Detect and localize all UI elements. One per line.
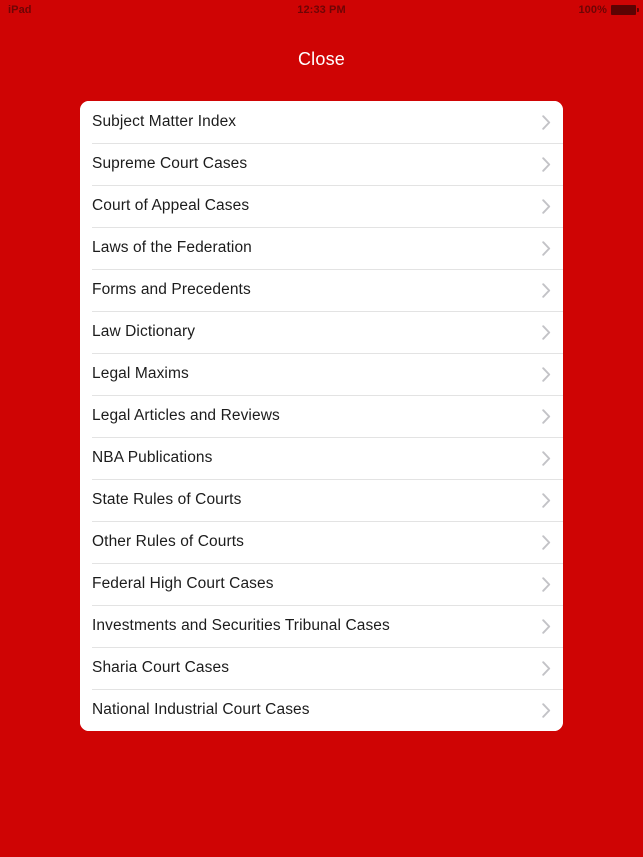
list-item-label: Court of Appeal Cases — [92, 197, 250, 214]
list-item[interactable]: Laws of the Federation — [80, 227, 563, 269]
list-item-label: State Rules of Courts — [92, 491, 242, 508]
list-item[interactable]: National Industrial Court Cases — [80, 689, 563, 731]
chevron-right-icon — [529, 618, 563, 634]
list-item-label: Supreme Court Cases — [92, 155, 248, 172]
menu-card: Subject Matter Index Supreme Court Cases C… — [80, 101, 563, 731]
chevron-right-icon — [529, 492, 563, 508]
list-item[interactable]: Sharia Court Cases — [80, 647, 563, 689]
list-item[interactable]: Federal High Court Cases — [80, 563, 563, 605]
list-item[interactable]: Subject Matter Index — [80, 101, 563, 143]
list-item[interactable]: Law Dictionary — [80, 311, 563, 353]
chevron-right-icon — [529, 534, 563, 550]
list-item[interactable]: Supreme Court Cases — [80, 143, 563, 185]
battery-full-icon — [611, 5, 639, 15]
list-item-label: Legal Articles and Reviews — [92, 407, 280, 424]
list-item[interactable]: Legal Maxims — [80, 353, 563, 395]
chevron-right-icon — [529, 408, 563, 424]
chevron-right-icon — [529, 576, 563, 592]
list-item-label: NBA Publications — [92, 449, 213, 466]
list-item[interactable]: Forms and Precedents — [80, 269, 563, 311]
list-item-label: Sharia Court Cases — [92, 659, 230, 676]
chevron-right-icon — [529, 450, 563, 466]
chevron-right-icon — [529, 282, 563, 298]
chevron-right-icon — [529, 324, 563, 340]
list-item[interactable]: State Rules of Courts — [80, 479, 563, 521]
chevron-right-icon — [529, 702, 563, 718]
list-item-label: Laws of the Federation — [92, 239, 252, 256]
list-item-label: Forms and Precedents — [92, 281, 251, 298]
battery-percent-label: 100% — [578, 4, 607, 16]
status-battery-group: 100% — [578, 4, 639, 16]
chevron-right-icon — [529, 156, 563, 172]
list-item[interactable]: Court of Appeal Cases — [80, 185, 563, 227]
list-item-label: Legal Maxims — [92, 365, 189, 382]
chevron-right-icon — [529, 366, 563, 382]
list-item-label: Other Rules of Courts — [92, 533, 244, 550]
chevron-right-icon — [529, 660, 563, 676]
list-item-label: Subject Matter Index — [92, 113, 237, 130]
close-button[interactable]: Close — [282, 42, 361, 76]
list-item-label: Law Dictionary — [92, 323, 196, 340]
list-item[interactable]: NBA Publications — [80, 437, 563, 479]
status-bar: iPad 12:33 PM 100% — [0, 0, 643, 20]
list-item-label: Federal High Court Cases — [92, 575, 274, 592]
chevron-right-icon — [529, 114, 563, 130]
list-item[interactable]: Investments and Securities Tribunal Case… — [80, 605, 563, 647]
list-item[interactable]: Other Rules of Courts — [80, 521, 563, 563]
status-clock: 12:33 PM — [297, 4, 346, 16]
modal-header: Close — [0, 20, 643, 98]
list-item-label: National Industrial Court Cases — [92, 701, 310, 718]
list-item[interactable]: Legal Articles and Reviews — [80, 395, 563, 437]
list-item-label: Investments and Securities Tribunal Case… — [92, 617, 390, 634]
chevron-right-icon — [529, 198, 563, 214]
chevron-right-icon — [529, 240, 563, 256]
